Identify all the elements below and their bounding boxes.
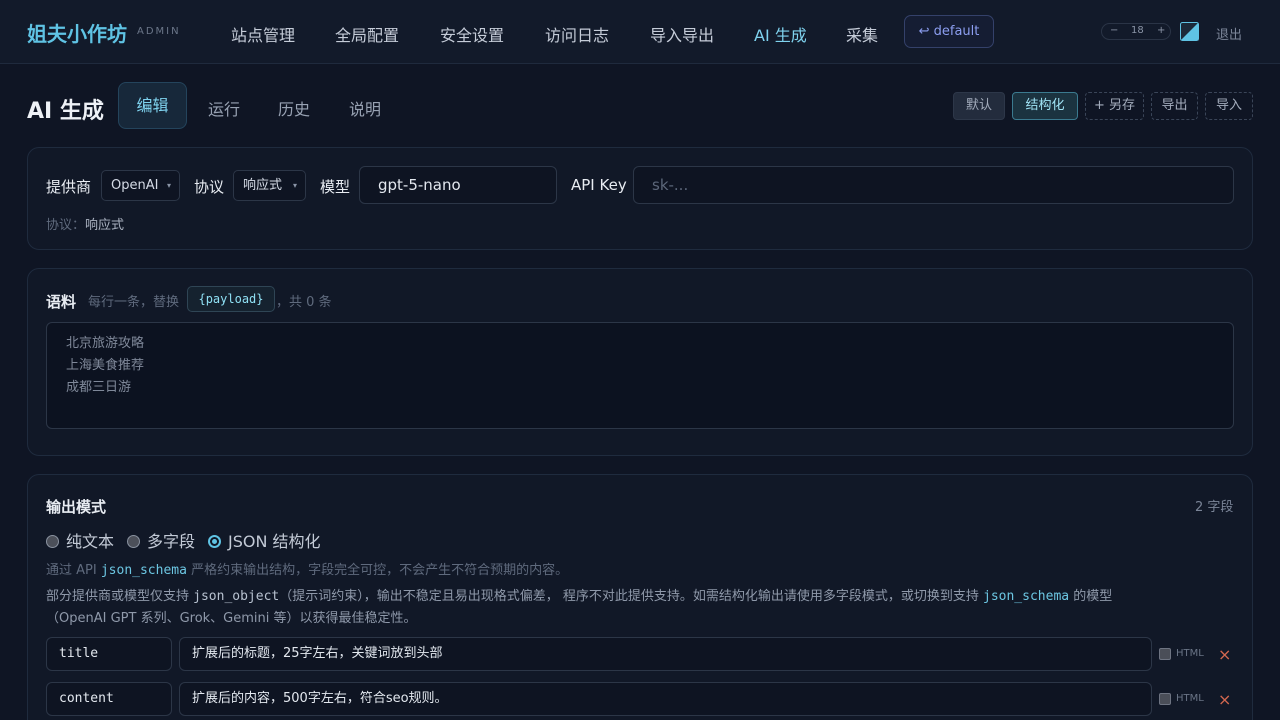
desc-text: 的模型 [1069, 589, 1113, 604]
mode-label: JSON 结构化 [228, 532, 321, 551]
theme-toggle-icon[interactable] [1180, 22, 1199, 41]
protocol-hint: 协议：响应式 [46, 214, 124, 233]
page-title: AI 生成 [27, 99, 104, 124]
corpus-hint-count: ，共 0 条 [276, 295, 332, 310]
corpus-placeholder-line: 成都三日游 [66, 380, 132, 395]
field-desc-input[interactable]: 扩展后的标题，25字左右，关键词放到头部 [179, 637, 1152, 671]
desc-text: （提示词约束），输出不稳定且易出现格式偏差， 程序不对此提供支持。如需结构化输出… [279, 589, 983, 604]
brand-subtitle: ADMIN [137, 26, 181, 37]
json-object-code: json_object [193, 589, 280, 604]
html-checkbox-label: HTML [1176, 648, 1204, 659]
corpus-hint-prefix: 每行一条，替换 [88, 295, 180, 310]
delete-field-icon[interactable]: × [1218, 690, 1231, 709]
nav-item-global-config[interactable]: 全局配置 [335, 22, 399, 46]
increase-font-button[interactable]: + [1157, 25, 1165, 36]
field-key-input[interactable]: content [46, 682, 172, 716]
tab-run[interactable]: 运行 [208, 96, 240, 120]
html-checkbox[interactable] [1159, 693, 1171, 705]
radio-icon [127, 535, 140, 548]
tab-help[interactable]: 说明 [349, 96, 381, 120]
mode-multi-field-radio[interactable]: 多字段 [127, 528, 195, 552]
desc-text: 严格约束输出结构，字段完全可控，不会产生不符合预期的内容。 [186, 563, 569, 578]
json-object-warning-cont: （OpenAI GPT 系列、Grok、Gemini 等）以获得最佳稳定性。 [46, 611, 417, 626]
mode-label: 纯文本 [66, 532, 115, 551]
mode-label: 多字段 [147, 532, 196, 551]
chevron-down-icon: ▾ [292, 181, 297, 190]
html-checkbox[interactable] [1159, 648, 1171, 660]
protocol-hint-value: 响应式 [85, 218, 125, 233]
provider-label: 提供商 [46, 178, 92, 196]
corpus-textarea[interactable]: 北京旅游攻略 上海美食推荐 成都三日游 [46, 322, 1234, 429]
font-size-stepper: − 18 + [1101, 23, 1171, 40]
save-as-button[interactable]: + 另存 [1085, 92, 1144, 120]
json-schema-code: json_schema [983, 589, 1070, 604]
nav-item-access-log[interactable]: 访问日志 [545, 22, 609, 46]
tab-edit[interactable]: 编辑 [118, 82, 187, 129]
field-key-input[interactable]: title [46, 637, 172, 671]
api-key-input[interactable]: sk-... [633, 166, 1234, 204]
protocol-hint-label: 协议： [46, 218, 86, 233]
html-checkbox-label: HTML [1176, 693, 1204, 704]
radio-selected-icon [208, 535, 221, 548]
desc-text: 部分提供商或模型仅支持 [46, 589, 194, 604]
payload-token: {payload} [187, 286, 275, 312]
provider-select-value: OpenAI [111, 178, 159, 193]
import-button[interactable]: 导入 [1205, 92, 1253, 120]
site-selector-button[interactable]: ↩ default [904, 15, 994, 48]
protocol-select[interactable]: 响应式 ▾ [233, 170, 306, 201]
nav-item-sites[interactable]: 站点管理 [231, 22, 295, 46]
nav-item-import-export[interactable]: 导入导出 [650, 22, 714, 46]
logout-link[interactable]: 退出 [1216, 24, 1242, 43]
nav-item-ai-generate[interactable]: AI 生成 [754, 22, 807, 46]
nav-item-security[interactable]: 安全设置 [440, 22, 504, 46]
model-label: 模型 [320, 178, 351, 196]
field-count: 2 字段 [1195, 500, 1234, 515]
json-schema-description: 通过 API json_schema 严格约束输出结构，字段完全可控，不会产生不… [46, 559, 568, 578]
export-button[interactable]: 导出 [1151, 92, 1198, 120]
radio-icon [46, 535, 59, 548]
protocol-label: 协议 [194, 178, 225, 196]
decrease-font-button[interactable]: − [1110, 25, 1118, 36]
chevron-down-icon: ▾ [166, 181, 171, 190]
output-mode-title: 输出模式 [46, 498, 107, 516]
desc-text: 通过 API [46, 563, 101, 578]
provider-select[interactable]: OpenAI ▾ [101, 170, 180, 201]
default-preset-button[interactable]: 默认 [953, 92, 1005, 120]
model-input[interactable]: gpt-5-nano [359, 166, 557, 204]
json-object-warning: 部分提供商或模型仅支持 json_object（提示词约束），输出不稳定且易出现… [46, 585, 1112, 604]
structured-preset-button[interactable]: 结构化 [1012, 92, 1078, 120]
tab-history[interactable]: 历史 [278, 96, 310, 120]
mode-plain-text-radio[interactable]: 纯文本 [46, 528, 114, 552]
field-desc-input[interactable]: 扩展后的内容，500字左右，符合seo规则。 [179, 682, 1152, 716]
mode-json-structured-radio[interactable]: JSON 结构化 [208, 528, 321, 552]
corpus-title: 语料 [46, 293, 77, 311]
api-key-label: API Key [571, 176, 627, 194]
delete-field-icon[interactable]: × [1218, 645, 1231, 664]
nav-item-collect[interactable]: 采集 [846, 22, 878, 46]
protocol-select-value: 响应式 [243, 178, 283, 193]
corpus-placeholder-line: 北京旅游攻略 [66, 336, 145, 351]
brand-name[interactable]: 姐夫小作坊 [27, 18, 127, 47]
top-navbar: 姐夫小作坊 ADMIN 站点管理 全局配置 安全设置 访问日志 导入导出 AI … [0, 0, 1280, 64]
json-schema-code: json_schema [100, 563, 187, 578]
corpus-placeholder-line: 上海美食推荐 [66, 358, 145, 373]
font-size-value: 18 [1131, 25, 1144, 36]
